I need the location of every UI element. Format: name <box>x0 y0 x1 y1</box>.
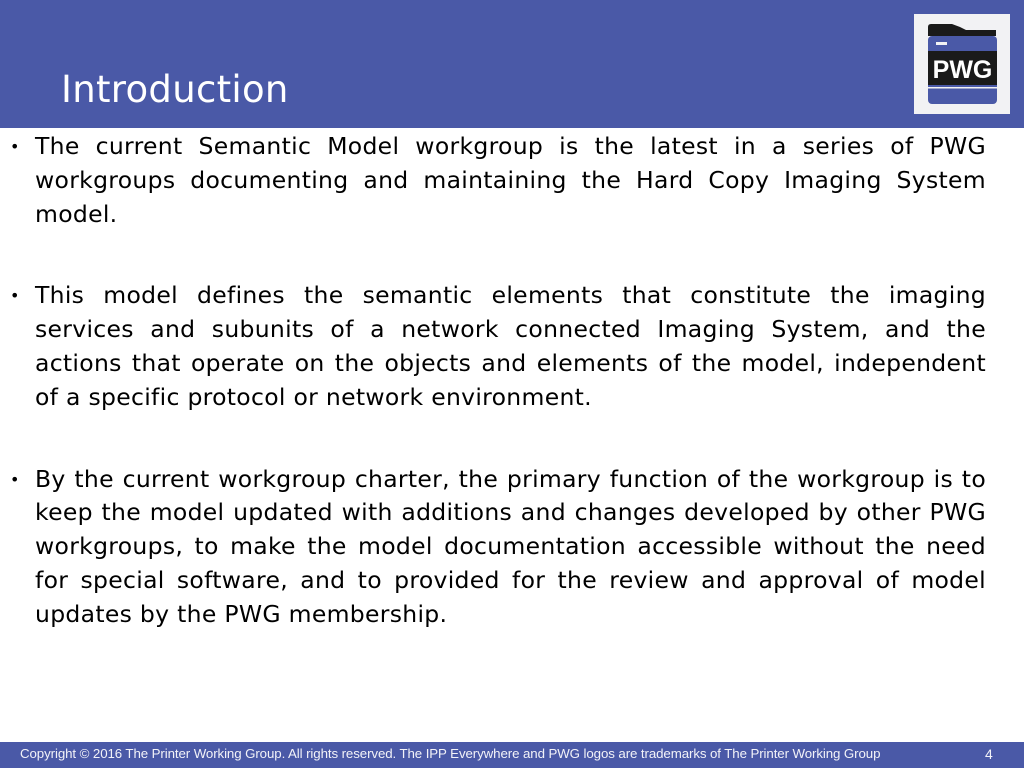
bullet-text: By the current workgroup charter, the pr… <box>35 464 986 628</box>
bullet-item: • The current Semantic Model workgroup i… <box>10 130 986 231</box>
slide-body: • The current Semantic Model workgroup i… <box>10 130 986 632</box>
slide-title: Introduction <box>61 68 289 111</box>
bullet-text: The current Semantic Model workgroup is … <box>35 132 986 228</box>
page-number: 4 <box>985 746 993 762</box>
bullet-dot-icon: • <box>10 286 20 306</box>
slide-footer: Copyright © 2016 The Printer Working Gro… <box>0 742 1024 768</box>
pwg-logo-text: PWG <box>933 56 993 84</box>
pwg-logo: PWG <box>914 14 1010 114</box>
bullet-item: • By the current workgroup charter, the … <box>10 463 986 632</box>
slide-header: Introduction PWG <box>0 0 1024 128</box>
copyright-notice: Copyright © 2016 The Printer Working Gro… <box>20 746 881 761</box>
pwg-printer-logo-icon: PWG <box>928 24 997 104</box>
bullet-item: • This model defines the semantic elemen… <box>10 279 986 414</box>
bullet-dot-icon: • <box>10 469 20 489</box>
bullet-dot-icon: • <box>10 137 20 156</box>
bullet-text: This model defines the semantic elements… <box>35 281 986 411</box>
